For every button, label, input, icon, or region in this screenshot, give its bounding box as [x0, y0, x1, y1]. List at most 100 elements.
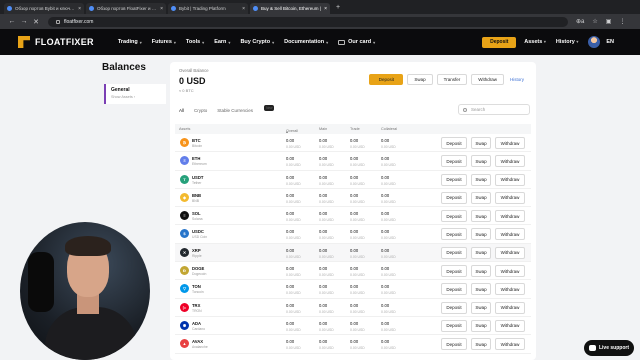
row-deposit-button[interactable]: Deposit	[441, 191, 467, 204]
close-icon[interactable]: ✕	[30, 18, 42, 26]
nav-item-our-card[interactable]: Our card ▾	[338, 39, 375, 45]
overall-usd: 0.00 USD	[286, 254, 301, 259]
sidebar-item-general[interactable]: General Show Assets ›	[104, 84, 166, 104]
tab-close-icon[interactable]: ×	[242, 6, 245, 12]
row-swap-button[interactable]: Swap	[471, 338, 491, 351]
trade-amount: 0.00	[350, 339, 359, 345]
tab-all[interactable]: All	[179, 108, 184, 113]
header-deposit-button[interactable]: Deposit	[482, 36, 517, 48]
row-swap-button[interactable]: Swap	[471, 173, 491, 186]
withdraw-button[interactable]: Withdraw	[471, 74, 504, 85]
row-withdraw-button[interactable]: Withdraw	[495, 173, 525, 186]
tab-stable-currencies[interactable]: Stable Currencies New	[217, 105, 284, 113]
row-deposit-button[interactable]: Deposit	[441, 338, 467, 351]
extensions-icon[interactable]: ▣	[606, 18, 612, 25]
table-row: Ð DOGE Dogecoin 0.00 0.00 USD 0.00 0.00 USD 0.0…	[175, 262, 531, 281]
assets-menu[interactable]: Assets ▾	[524, 39, 546, 45]
row-deposit-button[interactable]: Deposit	[441, 301, 467, 314]
row-swap-button[interactable]: Swap	[471, 137, 491, 149]
language-selector[interactable]: EN	[606, 39, 614, 45]
row-swap-button[interactable]: Swap	[471, 319, 491, 332]
deposit-button[interactable]: Deposit	[369, 74, 404, 85]
table-row: ▷ TRX TRON 0.00 0.00 USD 0.00 0.00 USD 0.00 0.00…	[175, 299, 531, 317]
row-withdraw-button[interactable]: Withdraw	[495, 338, 525, 351]
site-info-icon[interactable]	[56, 19, 60, 24]
row-deposit-button[interactable]: Deposit	[441, 173, 467, 186]
nav-item-documentation[interactable]: Documentation ▾	[284, 39, 328, 45]
coin-symbol: BNB	[192, 192, 202, 198]
main-amount: 0.00	[319, 229, 328, 235]
nav-item-futures[interactable]: Futures ▾	[152, 39, 176, 45]
tab-close-icon[interactable]: ×	[78, 6, 81, 12]
chat-bubble-icon	[588, 345, 596, 351]
row-deposit-button[interactable]: Deposit	[441, 155, 467, 168]
nav-item-buy-crypto[interactable]: Buy Crypto ▾	[240, 39, 274, 45]
row-deposit-button[interactable]: Deposit	[441, 283, 467, 296]
trade-amount: 0.00	[350, 320, 359, 326]
tab-crypto[interactable]: Crypto	[194, 108, 207, 113]
chevron-down-icon: ▾	[373, 39, 376, 45]
browser-tab[interactable]: Bybit | Trading Platform ×	[168, 3, 248, 14]
row-swap-button[interactable]: Swap	[471, 210, 491, 223]
row-swap-button[interactable]: Swap	[471, 265, 491, 278]
cell-trade: 0.00 0.00 USD	[350, 248, 365, 259]
row-deposit-button[interactable]: Deposit	[441, 246, 467, 259]
new-tab-icon[interactable]: +	[336, 4, 340, 11]
main-amount: 0.00	[319, 156, 328, 162]
browser-tab[interactable]: Обзор портов Bybit и ключевы ×	[4, 3, 84, 14]
row-swap-button[interactable]: Swap	[471, 283, 491, 296]
menu-icon[interactable]: ⋮	[619, 18, 625, 25]
nav-item-trading[interactable]: Trading ▾	[118, 39, 142, 45]
browser-tab[interactable]: Обзор портов FloatFixer и клю ×	[86, 3, 166, 14]
trade-usd: 0.00 USD	[350, 254, 365, 259]
history-menu[interactable]: History ▾	[556, 39, 579, 45]
row-withdraw-button[interactable]: Withdraw	[495, 155, 525, 168]
row-withdraw-button[interactable]: Withdraw	[495, 137, 525, 149]
row-swap-button[interactable]: Swap	[471, 155, 491, 168]
show-assets-toggle[interactable]: Show Assets ›	[111, 95, 166, 99]
row-deposit-button[interactable]: Deposit	[441, 319, 467, 332]
transfer-button[interactable]: Transfer	[436, 74, 468, 85]
row-withdraw-button[interactable]: Withdraw	[495, 191, 525, 204]
row-withdraw-button[interactable]: Withdraw	[495, 246, 525, 259]
nav-item-tools[interactable]: Tools ▾	[186, 39, 204, 45]
row-swap-button[interactable]: Swap	[471, 191, 491, 204]
address-bar[interactable]: floatfixer.com	[48, 16, 568, 27]
microphone-icon	[28, 252, 54, 312]
live-support-button[interactable]: Live support	[584, 340, 634, 356]
row-deposit-button[interactable]: Deposit	[441, 137, 467, 149]
chevron-down-icon: ▾	[326, 39, 329, 45]
search-input[interactable]: Search	[458, 104, 530, 115]
cell-main: 0.00 0.00 USD	[319, 339, 334, 350]
trade-usd: 0.00 USD	[350, 309, 365, 314]
row-actions: Deposit Swap Withdraw	[437, 137, 525, 149]
row-withdraw-button[interactable]: Withdraw	[495, 210, 525, 223]
row-deposit-button[interactable]: Deposit	[441, 265, 467, 278]
row-deposit-button[interactable]: Deposit	[441, 228, 467, 241]
row-swap-button[interactable]: Swap	[471, 228, 491, 241]
avatar[interactable]	[588, 36, 601, 48]
row-withdraw-button[interactable]: Withdraw	[495, 283, 525, 296]
row-withdraw-button[interactable]: Withdraw	[495, 301, 525, 314]
row-withdraw-button[interactable]: Withdraw	[495, 319, 525, 332]
tab-close-icon[interactable]: ×	[324, 6, 327, 12]
trade-usd: 0.00 USD	[350, 273, 365, 278]
brand-logo[interactable]: FLOATFIXER	[18, 36, 94, 48]
browser-tab[interactable]: Buy & Sell Bitcoin, Ethereum | ×	[250, 3, 330, 14]
row-withdraw-button[interactable]: Withdraw	[495, 265, 525, 278]
show-assets-label: Show Assets	[111, 95, 133, 99]
tab-close-icon[interactable]: ×	[160, 6, 163, 12]
row-withdraw-button[interactable]: Withdraw	[495, 228, 525, 241]
forward-icon[interactable]: →	[18, 18, 30, 25]
history-link[interactable]: History	[510, 77, 524, 82]
row-swap-button[interactable]: Swap	[471, 301, 491, 314]
ton-coin-icon: ▽	[180, 284, 189, 294]
star-icon[interactable]: ☆	[592, 18, 597, 25]
row-swap-button[interactable]: Swap	[471, 246, 491, 259]
nav-item-earn[interactable]: Earn ▾	[214, 39, 230, 45]
zoom-icon[interactable]: ⊕a	[576, 18, 584, 25]
main-usd: 0.00 USD	[319, 181, 334, 186]
row-deposit-button[interactable]: Deposit	[441, 210, 467, 223]
swap-button[interactable]: Swap	[407, 74, 433, 85]
back-icon[interactable]: ←	[6, 18, 18, 25]
